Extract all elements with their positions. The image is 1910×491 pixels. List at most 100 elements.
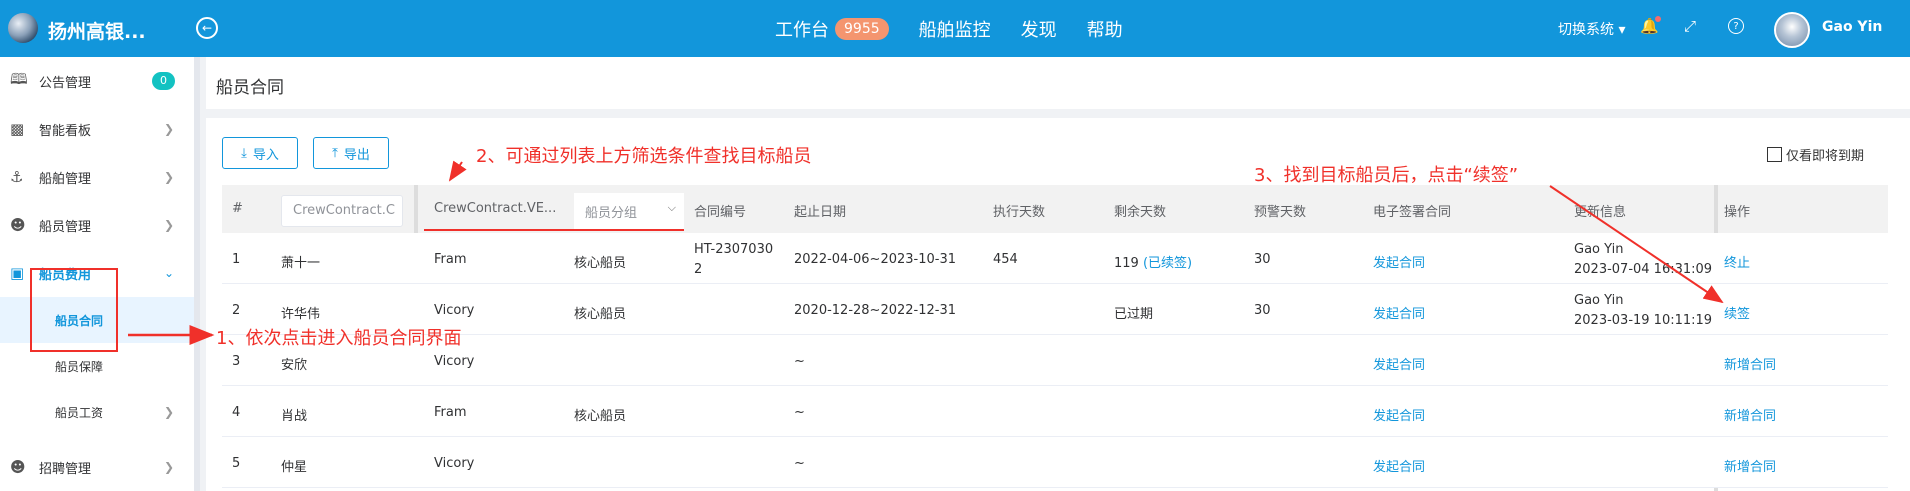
col-remaining-days: 剩余天数 xyxy=(1114,205,1167,220)
cell-updater: Gao Yin xyxy=(1574,293,1624,308)
table-row: 5 仲星 Vicory ~ 发起合同 新增合同 xyxy=(222,437,1888,488)
start-contract-link[interactable]: 发起合同 xyxy=(1373,303,1425,322)
sidebar-item-label: 船员管理 xyxy=(39,219,92,235)
col-exec-days: 执行天数 xyxy=(993,205,1046,220)
terminate-link[interactable]: 终止 xyxy=(1724,252,1750,271)
sidebar-item-vessels[interactable]: ⚓ 船舶管理 ❯ xyxy=(0,153,194,201)
cell-updated-at: 2023-07-04 16:31:09 xyxy=(1574,262,1713,277)
cell-name: 萧十一 xyxy=(281,256,321,271)
renew-link[interactable]: 续签 xyxy=(1724,303,1750,322)
start-contract-link[interactable]: 发起合同 xyxy=(1373,405,1425,424)
start-contract-link[interactable]: 发起合同 xyxy=(1373,252,1425,271)
cell-warning: 30 xyxy=(1254,303,1271,318)
only-expiring-label: 仅看即将到期 xyxy=(1786,149,1865,164)
cell-index: 1 xyxy=(232,252,241,267)
cell-period: ~ xyxy=(794,354,805,369)
wallet-icon: ▣ xyxy=(10,264,25,282)
group-filter-select[interactable]: 船员分组 ⌵ xyxy=(574,193,684,229)
only-expiring-checkbox[interactable] xyxy=(1767,147,1782,162)
cell-exec-days: 454 xyxy=(993,252,1018,267)
sidebar-item-dashboard[interactable]: ▩ 智能看板 ❯ xyxy=(0,105,194,153)
sidebar-item-recruit[interactable]: ☻ 招聘管理 ❯ xyxy=(0,443,194,491)
cell-period: ~ xyxy=(794,456,805,471)
nav-help[interactable]: 帮助 xyxy=(1087,16,1123,42)
cell-vessel: Vicory xyxy=(434,303,475,318)
cell-contract-no-wrap: 2 xyxy=(694,262,703,277)
col-actions: 操作 xyxy=(1724,205,1751,220)
switch-system-dropdown[interactable]: 切换系统 ▾ xyxy=(1558,19,1625,39)
chevron-right-icon: ❯ xyxy=(164,122,175,136)
cell-name: 肖战 xyxy=(281,409,308,424)
table-row: 2 许华伟 Vicory 核心船员 2020-12-28~2022-12-31 … xyxy=(222,284,1888,335)
cell-period: 2022-04-06~2023-10-31 xyxy=(794,252,956,267)
start-contract-link[interactable]: 发起合同 xyxy=(1373,456,1425,475)
cell-contract-no: HT-2307030 xyxy=(694,242,774,257)
sidebar-item-notice[interactable]: 🕮 公告管理 0 xyxy=(0,57,194,105)
export-label: 导出 xyxy=(343,147,370,163)
nav-discover[interactable]: 发现 xyxy=(1021,16,1057,42)
annotation-step2: 2、可通过列表上方筛选条件查找目标船员 xyxy=(476,146,812,167)
cell-index: 5 xyxy=(232,456,241,471)
only-expiring-filter[interactable]: 仅看即将到期 xyxy=(1767,145,1864,164)
upload-icon: ⤒ xyxy=(332,145,338,161)
cell-name: 仲星 xyxy=(281,460,308,475)
cell-index: 4 xyxy=(232,405,241,420)
sidebar-item-label: 智能看板 xyxy=(39,123,92,139)
nav-workbench[interactable]: 工作台 9955 xyxy=(775,16,889,42)
import-button[interactable]: ⤓ 导入 xyxy=(222,137,298,169)
cell-vessel: Vicory xyxy=(434,456,475,471)
export-button[interactable]: ⤒ 导出 xyxy=(313,137,389,169)
sidebar-item-label: 招聘管理 xyxy=(39,461,92,477)
cell-index: 3 xyxy=(232,354,241,369)
col-warning-days: 预警天数 xyxy=(1254,205,1307,220)
start-contract-link[interactable]: 发起合同 xyxy=(1373,354,1425,373)
table-row: 4 肖战 Fram 核心船员 ~ 发起合同 新增合同 xyxy=(222,386,1888,437)
book-icon: 🕮 xyxy=(10,69,28,88)
top-header: 扬州高银... ← 工作台 9955 船舶监控 发现 帮助 切换系统 ▾ 🔔 ⤢… xyxy=(0,0,1910,57)
cell-remaining: 已过期 xyxy=(1114,307,1154,322)
chevron-right-icon: ❯ xyxy=(164,218,175,232)
username[interactable]: Gao Yin xyxy=(1822,19,1882,35)
vessel-filter[interactable]: CrewContract.VE... xyxy=(434,201,556,216)
cell-updated-at: 2023-03-19 10:11:19 xyxy=(1574,313,1713,328)
name-filter-input[interactable]: CrewContract.C xyxy=(281,195,403,227)
collapse-menu-icon[interactable]: ← xyxy=(196,17,218,39)
sidebar-subitem-crew-salary[interactable]: 船员工资 ❯ xyxy=(0,389,194,435)
sidebar-item-label: 船员工资 xyxy=(55,405,104,420)
avatar[interactable] xyxy=(1774,12,1810,48)
table-row: 3 安欣 Vicory ~ 发起合同 新增合同 xyxy=(222,335,1888,386)
cell-vessel: Vicory xyxy=(434,354,475,369)
chevron-down-icon: ⌵ xyxy=(667,201,676,214)
sidebar-item-label: 船舶管理 xyxy=(39,171,92,187)
company-logo xyxy=(8,13,38,43)
sidebar-item-crew[interactable]: ☻ 船员管理 ❯ xyxy=(0,201,194,249)
help-icon[interactable]: ? xyxy=(1728,18,1744,34)
col-update-info: 更新信息 xyxy=(1574,205,1627,220)
nav-workbench-label: 工作台 xyxy=(775,20,829,41)
cell-group: 核心船员 xyxy=(574,256,627,271)
annotation-step3: 3、找到目标船员后，点击“续签” xyxy=(1254,165,1519,186)
cell-vessel: Fram xyxy=(434,405,467,420)
add-contract-link[interactable]: 新增合同 xyxy=(1724,405,1776,424)
caret-down-icon: ▾ xyxy=(1618,22,1626,38)
nav-vessel-monitor[interactable]: 船舶监控 xyxy=(919,16,991,42)
renewed-note: (已续签) xyxy=(1142,256,1193,271)
annotation-step1: 1、依次点击进入船员合同界面 xyxy=(216,328,462,349)
workbench-badge: 9955 xyxy=(835,18,889,40)
highlight-box-sidebar xyxy=(30,268,118,352)
filter-underline xyxy=(424,229,684,231)
add-contract-link[interactable]: 新增合同 xyxy=(1724,456,1776,475)
cell-name: 安欣 xyxy=(281,358,308,373)
page-title-bar: 船员合同 xyxy=(206,57,1910,109)
sidebar-scrollbar[interactable] xyxy=(194,57,200,491)
add-contract-link[interactable]: 新增合同 xyxy=(1724,354,1776,373)
fullscreen-icon[interactable]: ⤢ xyxy=(1684,17,1696,35)
page-title: 船员合同 xyxy=(216,78,284,98)
switch-system-label: 切换系统 xyxy=(1558,22,1614,38)
chevron-right-icon: ❯ xyxy=(164,170,175,184)
sidebar-item-label: 船员保障 xyxy=(55,359,104,374)
cell-period: ~ xyxy=(794,405,805,420)
anchor-icon: ⚓ xyxy=(10,168,24,186)
import-label: 导入 xyxy=(252,147,279,163)
chevron-right-icon: ❯ xyxy=(164,405,175,419)
